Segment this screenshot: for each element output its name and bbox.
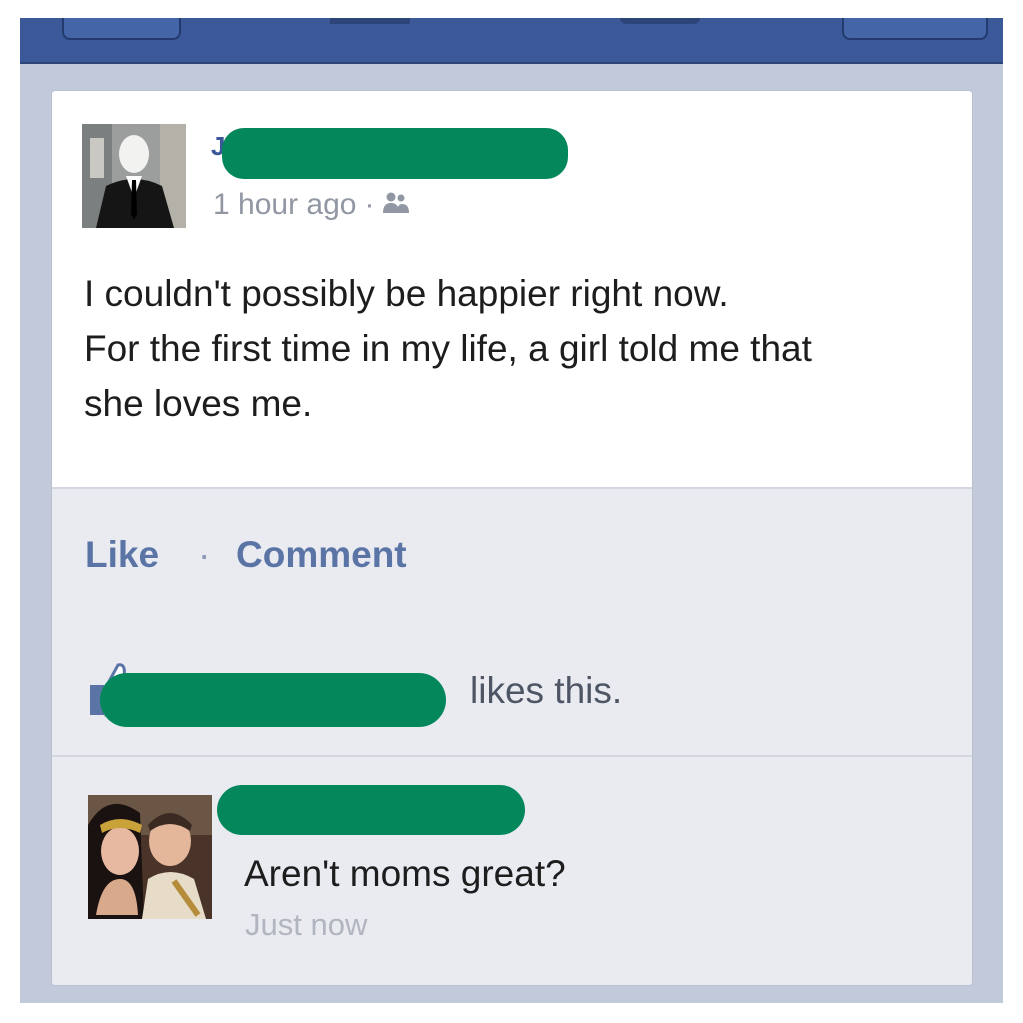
nav-tab-icon[interactable]	[330, 18, 410, 24]
post-actions-bar: Like · Comment	[52, 487, 972, 625]
likes-text: likes this.	[470, 670, 623, 711]
post-body: I couldn't possibly be happier right now…	[84, 266, 954, 431]
post-timestamp[interactable]: 1 hour ago	[213, 188, 356, 221]
action-separator: ·	[198, 534, 211, 575]
friends-icon	[382, 189, 410, 223]
post-body-line: I couldn't possibly be happier right now…	[84, 273, 729, 314]
comment: Aren't moms great? Just now	[52, 757, 972, 985]
comment-button[interactable]: Comment	[236, 534, 407, 576]
commenter-avatar-image	[88, 795, 212, 919]
author-name-redaction	[222, 128, 568, 179]
top-navigation-bar	[20, 18, 1003, 64]
liker-name-redaction	[100, 673, 446, 727]
author-avatar-image	[82, 124, 186, 228]
meta-separator: ·	[364, 188, 375, 221]
nav-globe-icon[interactable]	[620, 18, 700, 24]
commenter-name-redaction	[217, 785, 525, 835]
likes-summary: likes this.	[52, 623, 972, 757]
comment-timestamp[interactable]: Just now	[245, 907, 367, 943]
commenter-avatar[interactable]	[88, 795, 212, 919]
app-frame: J 1 hour ago · I couldn't possibly be hap…	[20, 18, 1003, 1003]
nav-button-left[interactable]	[62, 18, 181, 40]
post-body-line: she loves me.	[84, 383, 313, 424]
nav-button-right[interactable]	[842, 18, 988, 40]
post-card: J 1 hour ago · I couldn't possibly be hap…	[51, 90, 973, 986]
comment-text: Aren't moms great?	[244, 853, 566, 894]
post-body-line: For the first time in my life, a girl to…	[84, 328, 812, 369]
post-meta: 1 hour ago ·	[213, 188, 410, 223]
author-avatar[interactable]	[82, 124, 186, 228]
like-button[interactable]: Like	[85, 534, 159, 576]
